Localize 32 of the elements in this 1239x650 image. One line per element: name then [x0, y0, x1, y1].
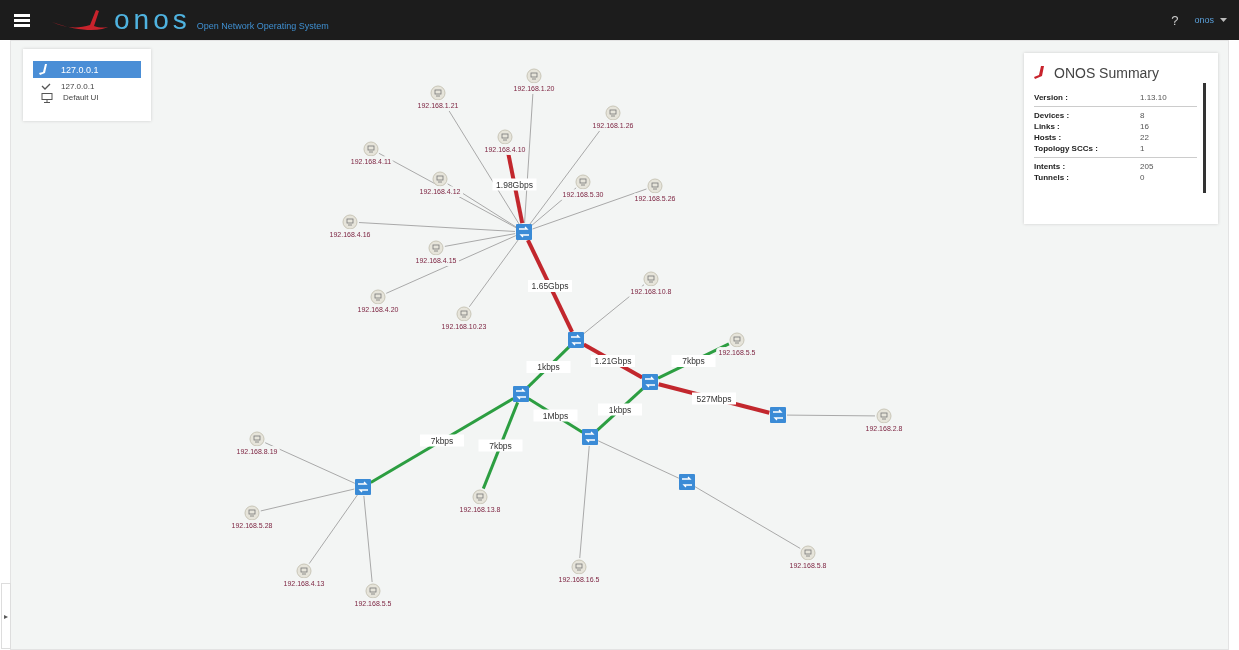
panel-title: ONOS Summary: [1054, 65, 1159, 81]
summary-value: 22: [1140, 133, 1149, 142]
link-label: 527Mbps: [692, 392, 736, 405]
link-label: 1kbps: [598, 403, 642, 416]
link-label: 1kbps: [526, 361, 571, 373]
summary-value: 16: [1140, 122, 1149, 131]
panel-toggle[interactable]: ▸: [1, 583, 11, 649]
instance-detail: Default UI: [63, 93, 99, 102]
link-label: 1.98Gbps: [492, 178, 537, 191]
summary-label: Devices :: [1034, 111, 1071, 120]
help-button[interactable]: ?: [1171, 12, 1179, 28]
summary-value: 1.13.10: [1140, 93, 1167, 102]
summary-value: 8: [1140, 111, 1145, 120]
user-menu[interactable]: onos: [1194, 15, 1214, 25]
summary-label: Topology SCCs :: [1034, 144, 1099, 153]
summary-label: Intents :: [1034, 162, 1067, 171]
summary-value: 0: [1140, 173, 1145, 182]
link-label: 7kbps: [478, 439, 523, 452]
summary-label: Links :: [1034, 122, 1061, 131]
link-label: 1.65Gbps: [528, 280, 572, 292]
summary-value: 205: [1140, 162, 1154, 171]
link-label: 1.21Gbps: [591, 355, 635, 367]
instance-detail: 127.0.0.1: [61, 82, 95, 91]
link-label: 7kbps: [671, 355, 716, 367]
link-label: 7kbps: [420, 434, 464, 447]
summary-value: 1: [1140, 144, 1145, 153]
summary-label: Tunnels :: [1034, 173, 1070, 182]
summary-label: Version :: [1034, 93, 1069, 102]
app-name: onos: [114, 6, 191, 34]
link-label: 1Mbps: [533, 409, 578, 422]
app-subtitle: Open Network Operating System: [196, 21, 329, 31]
summary-label: Hosts :: [1034, 133, 1063, 142]
